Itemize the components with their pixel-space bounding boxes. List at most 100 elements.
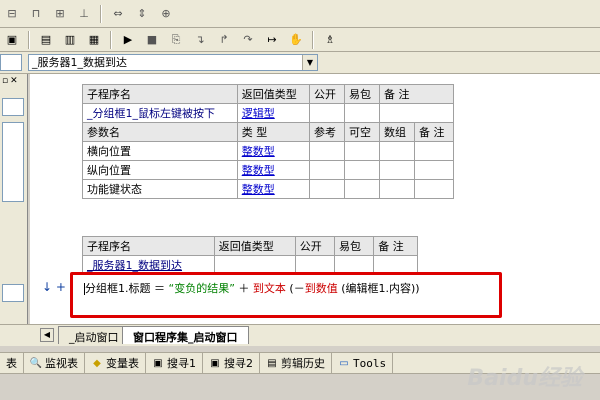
header-cell: 备 注 bbox=[413, 122, 455, 142]
align-left-icon[interactable]: ⊟ bbox=[3, 5, 21, 23]
subroutine-selected-label: _服务器1_数据到达 bbox=[32, 56, 127, 69]
tab-clipboard-history[interactable]: ▤ 剪辑历史 bbox=[260, 353, 332, 373]
status-area: Baidu经验 bbox=[0, 366, 600, 400]
empty-cell[interactable] bbox=[308, 179, 345, 199]
tab-search1[interactable]: ▣ 搜寻1 bbox=[146, 353, 203, 373]
header-cell: 返回值类型 bbox=[236, 84, 310, 104]
panel-pin-icon[interactable]: ▫ bbox=[2, 76, 8, 90]
table-row[interactable]: _服务器1_数据到达 bbox=[82, 255, 418, 275]
panel-list[interactable] bbox=[2, 122, 24, 202]
toolbar-row-1: ⊟ ⊓ ⊞ ⊥ ⇔ ⇕ ⊕ bbox=[0, 0, 600, 28]
empty-cell[interactable] bbox=[308, 160, 345, 180]
layout1-icon[interactable]: ▤ bbox=[37, 31, 55, 49]
empty-cell[interactable] bbox=[378, 103, 455, 123]
empty-cell[interactable] bbox=[413, 160, 455, 180]
step-over-icon[interactable]: ↷ bbox=[239, 31, 257, 49]
run-icon[interactable]: ▶ bbox=[119, 31, 137, 49]
empty-cell[interactable] bbox=[343, 141, 380, 161]
subroutine-name[interactable]: _服务器1_数据到达 bbox=[82, 255, 215, 275]
param-name[interactable]: 横向位置 bbox=[82, 141, 238, 161]
empty-cell[interactable] bbox=[378, 141, 415, 161]
header-cell: 子程序名 bbox=[82, 84, 238, 104]
tab-window-assembly[interactable]: 窗口程序集_启动窗口 bbox=[122, 326, 249, 344]
close-icon[interactable]: ✕ bbox=[10, 76, 18, 90]
tab-startup-window[interactable]: _启动窗口 bbox=[58, 326, 130, 344]
panel-dropdown-2[interactable] bbox=[2, 284, 24, 302]
debug-icon[interactable]: ♗ bbox=[321, 31, 339, 49]
empty-cell[interactable] bbox=[378, 160, 415, 180]
search1-icon: ▣ bbox=[153, 357, 163, 369]
tab-search2[interactable]: ▣ 搜寻2 bbox=[203, 353, 260, 373]
stop-icon[interactable]: ■ bbox=[143, 31, 161, 49]
param-name[interactable]: 纵向位置 bbox=[82, 160, 238, 180]
table-row[interactable]: 横向位置 整数型 bbox=[82, 141, 455, 161]
subroutine-name[interactable]: _分组框1_鼠标左键被按下 bbox=[82, 103, 238, 123]
empty-cell[interactable] bbox=[378, 179, 415, 199]
empty-cell[interactable] bbox=[343, 179, 380, 199]
subroutine-selector[interactable]: _服务器1_数据到达 ▼ bbox=[28, 54, 318, 71]
variable-icon: ◆ bbox=[93, 357, 101, 369]
header-cell: 公开 bbox=[294, 236, 336, 256]
object-selector[interactable] bbox=[0, 54, 22, 71]
step-out-icon[interactable]: ↱ bbox=[215, 31, 233, 49]
empty-cell[interactable] bbox=[334, 255, 375, 275]
layout2-icon[interactable]: ▥ bbox=[61, 31, 79, 49]
find-icon[interactable]: ▣ bbox=[3, 31, 21, 49]
step-icon[interactable]: ⎘ bbox=[167, 31, 185, 49]
header-cell: 返回值类型 bbox=[213, 236, 296, 256]
empty-cell[interactable] bbox=[373, 255, 418, 275]
code-line[interactable]: 分组框1.标题 ＝ “变负的结果” ＋ 到文本 (－到数值 (编辑框1.内容)) bbox=[84, 280, 420, 296]
header-cell: 备 注 bbox=[378, 84, 455, 104]
empty-cell[interactable] bbox=[413, 141, 455, 161]
header-cell: 数组 bbox=[378, 122, 415, 142]
tab-watch[interactable]: 🔍 监视表 bbox=[24, 353, 85, 373]
header-cell: 备 注 bbox=[373, 236, 418, 256]
empty-cell[interactable] bbox=[308, 103, 345, 123]
center-both-icon[interactable]: ⊕ bbox=[157, 5, 175, 23]
align-justify-icon[interactable]: ⊥ bbox=[75, 5, 93, 23]
code-editor[interactable]: 子程序名 返回值类型 公开 易包 备 注 _分组框1_鼠标左键被按下 逻辑型 参… bbox=[30, 74, 600, 324]
toolbar-row-2: ▣ ▤ ▥ ▦ ▶ ■ ⎘ ↴ ↱ ↷ ↦ ✋ ♗ bbox=[0, 28, 600, 52]
tab-table[interactable]: 表 bbox=[0, 353, 24, 373]
tab-variables[interactable]: ◆ 变量表 bbox=[85, 353, 146, 373]
return-type[interactable]: 逻辑型 bbox=[236, 103, 310, 123]
hand-icon[interactable]: ✋ bbox=[287, 31, 305, 49]
watermark: Baidu经验 bbox=[467, 366, 582, 391]
table-row[interactable]: 功能键状态 整数型 bbox=[82, 179, 455, 199]
empty-cell[interactable] bbox=[413, 179, 455, 199]
header-cell: 公开 bbox=[308, 84, 345, 104]
empty-cell[interactable] bbox=[343, 103, 380, 123]
param-type[interactable]: 整数型 bbox=[236, 160, 310, 180]
layout3-icon[interactable]: ▦ bbox=[85, 31, 103, 49]
tab-label: 变量表 bbox=[106, 357, 139, 370]
empty-cell[interactable] bbox=[343, 160, 380, 180]
tab-label: 搜寻1 bbox=[167, 357, 196, 370]
run-to-cursor-icon[interactable]: ↦ bbox=[263, 31, 281, 49]
editor-tabs: ◀ _启动窗口 窗口程序集_启动窗口 bbox=[0, 324, 600, 346]
toolbar-separator bbox=[312, 30, 314, 49]
combo-row: _服务器1_数据到达 ▼ bbox=[0, 52, 600, 74]
clipboard-icon: ▤ bbox=[267, 357, 277, 369]
param-type[interactable]: 整数型 bbox=[236, 179, 310, 199]
param-name[interactable]: 功能键状态 bbox=[82, 179, 238, 199]
space-horiz-icon[interactable]: ⇔ bbox=[109, 5, 127, 23]
space-vert-icon[interactable]: ⇕ bbox=[133, 5, 151, 23]
tab-tools[interactable]: ▭ Tools bbox=[332, 353, 394, 373]
table-row[interactable]: _分组框1_鼠标左键被按下 逻辑型 bbox=[82, 103, 455, 123]
panel-dropdown[interactable] bbox=[2, 98, 24, 116]
empty-cell[interactable] bbox=[294, 255, 336, 275]
left-dock-panel: ▫ ✕ bbox=[0, 74, 28, 330]
step-into-icon[interactable]: ↴ bbox=[191, 31, 209, 49]
param-type[interactable]: 整数型 bbox=[236, 141, 310, 161]
table-header-row: 子程序名 返回值类型 公开 易包 备 注 bbox=[82, 236, 418, 256]
tab-label: 搜寻2 bbox=[224, 357, 253, 370]
empty-cell[interactable] bbox=[213, 255, 296, 275]
chevron-down-icon[interactable]: ▼ bbox=[302, 55, 317, 70]
scroll-left-icon[interactable]: ◀ bbox=[40, 328, 54, 342]
table-header-row: 子程序名 返回值类型 公开 易包 备 注 bbox=[82, 84, 455, 104]
table-row[interactable]: 纵向位置 整数型 bbox=[82, 160, 455, 180]
empty-cell[interactable] bbox=[308, 141, 345, 161]
param-header-row: 参数名 类 型 参考 可空 数组 备 注 bbox=[82, 122, 455, 142]
align-center-icon[interactable]: ⊓ bbox=[27, 5, 45, 23]
align-right-icon[interactable]: ⊞ bbox=[51, 5, 69, 23]
